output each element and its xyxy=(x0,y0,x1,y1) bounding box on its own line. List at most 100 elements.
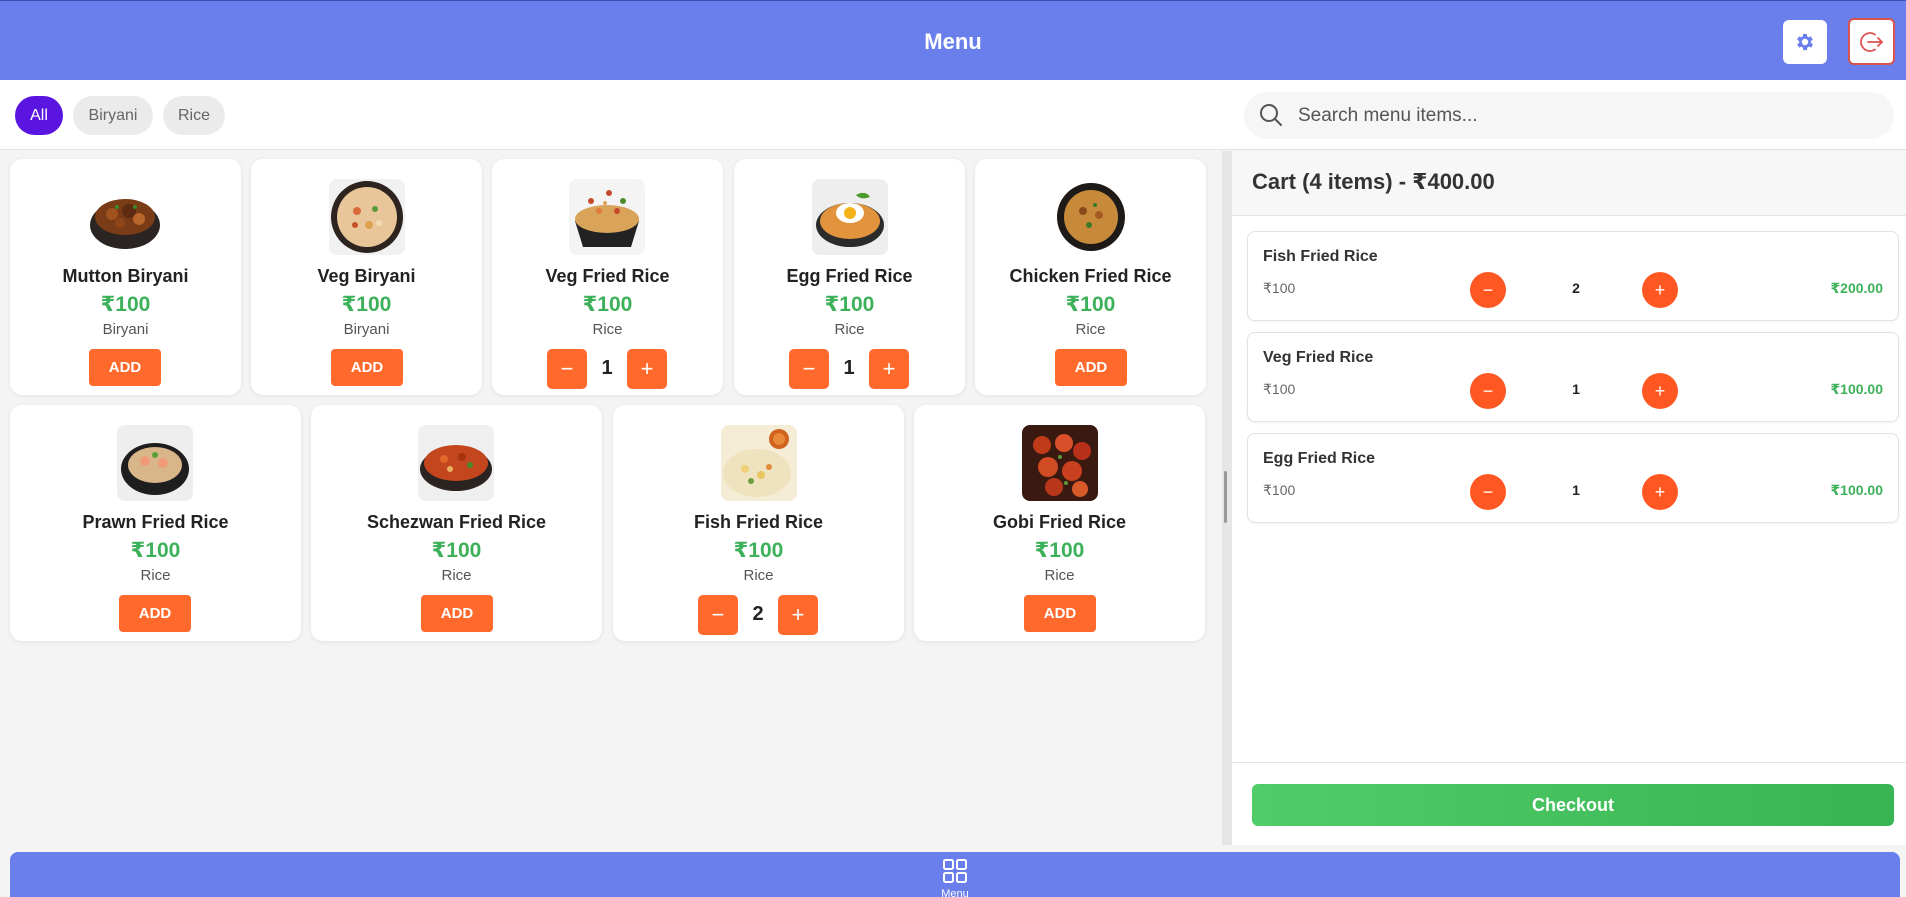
filter-chip-all[interactable]: All xyxy=(15,96,63,135)
item-name: Veg Fried Rice xyxy=(545,266,670,286)
decrease-button[interactable]: − xyxy=(698,595,738,635)
item-category: Rice xyxy=(441,567,472,584)
cart-item-name: Fish Fried Rice xyxy=(1263,248,1378,265)
item-category: Biryani xyxy=(343,321,390,338)
item-name: Egg Fried Rice xyxy=(786,266,913,286)
minus-icon: − xyxy=(1482,481,1494,502)
cart-header: Cart (4 items) - ₹400.00 xyxy=(1232,151,1906,216)
item-name: Veg Biryani xyxy=(317,266,416,286)
menu-card[interactable]: Gobi Fried Rice ₹100 Rice ADD xyxy=(914,405,1205,641)
cart-decrease-button[interactable]: − xyxy=(1470,474,1506,510)
add-button[interactable]: ADD xyxy=(1055,349,1127,386)
item-price: ₹100 xyxy=(824,293,875,316)
item-category: Biryani xyxy=(102,321,149,338)
grid-icon xyxy=(943,859,967,883)
food-image xyxy=(329,179,405,255)
cart-item: Veg Fried Rice ₹100 − 1 + ₹100.00 xyxy=(1247,332,1899,422)
cart-decrease-button[interactable]: − xyxy=(1470,373,1506,409)
cart-increase-button[interactable]: + xyxy=(1642,373,1678,409)
food-image xyxy=(1022,425,1098,501)
menu-card[interactable]: Veg Fried Rice ₹100 Rice − 1 + xyxy=(492,159,723,395)
item-price: ₹100 xyxy=(100,293,151,316)
quantity-stepper: − 1 + xyxy=(547,349,667,389)
cart-item-price: ₹100 xyxy=(1263,482,1296,498)
item-price: ₹100 xyxy=(341,293,392,316)
page-title: Menu xyxy=(924,29,982,54)
item-price: ₹100 xyxy=(431,539,482,562)
plus-icon: + xyxy=(1654,380,1666,401)
add-button[interactable]: ADD xyxy=(119,595,191,632)
logout-icon xyxy=(1859,31,1883,52)
logout-button[interactable] xyxy=(1848,18,1895,65)
item-category: Rice xyxy=(743,567,774,584)
add-button[interactable]: ADD xyxy=(421,595,493,632)
item-name: Fish Fried Rice xyxy=(693,512,824,532)
search-input[interactable] xyxy=(1298,92,1878,139)
cart-panel: Cart (4 items) - ₹400.00 Fish Fried Rice… xyxy=(1232,151,1906,845)
bottom-nav: Menu xyxy=(10,852,1900,897)
cart-title: Cart (4 items) - ₹400.00 xyxy=(1252,169,1495,194)
quantity-stepper: − 2 + xyxy=(698,595,818,635)
item-category: Rice xyxy=(1075,321,1106,338)
plus-icon: + xyxy=(882,356,896,381)
resize-handle[interactable] xyxy=(1224,471,1227,523)
filter-chip-biryani[interactable]: Biryani xyxy=(73,96,153,135)
cart-item-total: ₹100.00 xyxy=(1830,482,1883,498)
cart-footer: Checkout xyxy=(1232,762,1906,845)
plus-icon: + xyxy=(1654,481,1666,502)
search-box xyxy=(1244,92,1894,139)
menu-card[interactable]: Fish Fried Rice ₹100 Rice − 2 + xyxy=(613,405,904,641)
add-button[interactable]: ADD xyxy=(331,349,403,386)
app-header: Menu xyxy=(0,0,1906,80)
cart-increase-button[interactable]: + xyxy=(1642,272,1678,308)
gear-icon xyxy=(1797,33,1813,51)
quantity-stepper: − 1 + xyxy=(789,349,909,389)
cart-item-name: Egg Fried Rice xyxy=(1263,450,1376,467)
item-price: ₹100 xyxy=(733,539,784,562)
cart-item-price: ₹100 xyxy=(1263,381,1296,397)
add-button[interactable]: ADD xyxy=(89,349,161,386)
menu-card[interactable]: Egg Fried Rice ₹100 Rice − 1 + xyxy=(734,159,965,395)
cart-item: Egg Fried Rice ₹100 − 1 + ₹100.00 xyxy=(1247,433,1899,523)
checkout-button[interactable]: Checkout xyxy=(1252,784,1894,826)
food-image xyxy=(721,425,797,501)
search-icon xyxy=(1260,104,1282,126)
food-image xyxy=(117,425,193,501)
minus-icon: − xyxy=(711,602,725,627)
cart-item-price: ₹100 xyxy=(1263,280,1296,296)
plus-icon: + xyxy=(640,356,654,381)
settings-button[interactable] xyxy=(1783,20,1827,64)
plus-icon: + xyxy=(791,602,805,627)
add-button[interactable]: ADD xyxy=(1024,595,1096,632)
menu-card[interactable]: Mutton Biryani ₹100 Biryani ADD xyxy=(10,159,241,395)
food-image xyxy=(418,425,494,501)
decrease-button[interactable]: − xyxy=(547,349,587,389)
item-price: ₹100 xyxy=(1065,293,1116,316)
minus-icon: − xyxy=(802,356,816,381)
cart-item-quantity: 2 xyxy=(1572,280,1580,296)
filter-chip-rice[interactable]: Rice xyxy=(163,96,225,135)
menu-card[interactable]: Veg Biryani ₹100 Biryani ADD xyxy=(251,159,482,395)
quantity-value: 2 xyxy=(752,603,764,625)
cart-item-quantity: 1 xyxy=(1572,482,1580,498)
increase-button[interactable]: + xyxy=(869,349,909,389)
food-image xyxy=(1057,183,1125,251)
item-name: Chicken Fried Rice xyxy=(1009,266,1172,286)
cart-item-total: ₹100.00 xyxy=(1830,381,1883,397)
minus-icon: − xyxy=(560,356,574,381)
decrease-button[interactable]: − xyxy=(789,349,829,389)
nav-item-menu[interactable]: Menu xyxy=(930,858,980,897)
quantity-value: 1 xyxy=(601,357,613,379)
item-category: Rice xyxy=(1044,567,1075,584)
item-name: Schezwan Fried Rice xyxy=(366,512,547,532)
menu-card[interactable]: Schezwan Fried Rice ₹100 Rice ADD xyxy=(311,405,602,641)
cart-increase-button[interactable]: + xyxy=(1642,474,1678,510)
cart-item: Fish Fried Rice ₹100 − 2 + ₹200.00 xyxy=(1247,231,1899,321)
increase-button[interactable]: + xyxy=(627,349,667,389)
menu-card[interactable]: Prawn Fried Rice ₹100 Rice ADD xyxy=(10,405,301,641)
nav-item-label: Menu xyxy=(941,888,969,897)
menu-card[interactable]: Chicken Fried Rice ₹100 Rice ADD xyxy=(975,159,1206,395)
cart-decrease-button[interactable]: − xyxy=(1470,272,1506,308)
increase-button[interactable]: + xyxy=(778,595,818,635)
minus-icon: − xyxy=(1482,380,1494,401)
